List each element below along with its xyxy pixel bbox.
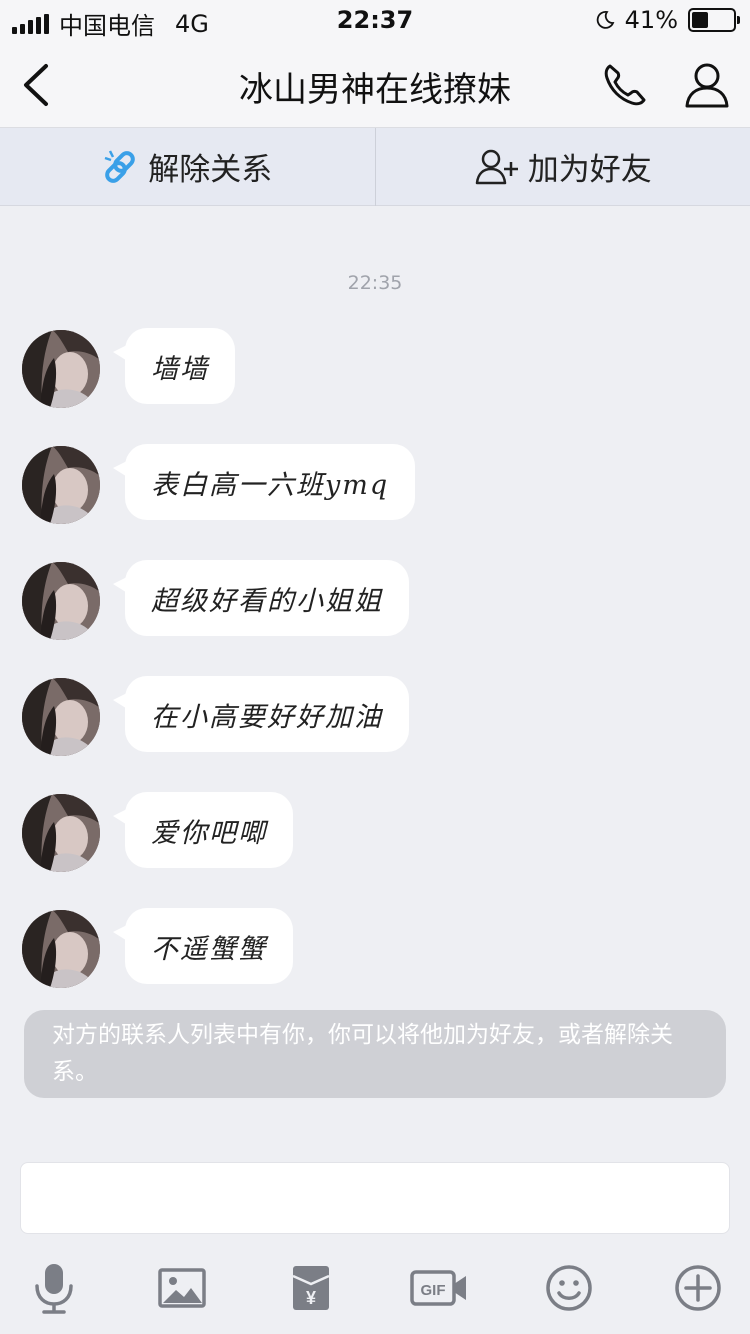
chevron-left-icon xyxy=(24,64,48,106)
message-bubble[interactable]: 墙墙 xyxy=(113,328,235,404)
avatar[interactable] xyxy=(22,330,100,408)
bottom-toolbar: ¥ GIF xyxy=(0,1246,750,1334)
voice-button[interactable] xyxy=(26,1260,82,1316)
avatar-photo xyxy=(22,910,100,988)
gif-button[interactable]: GIF xyxy=(410,1260,468,1316)
message-bubble[interactable]: 不遥蟹蟹 xyxy=(113,908,293,984)
add-friend-label: 加为好友 xyxy=(527,152,652,188)
message-bubble[interactable]: 超级好看的小姐姐 xyxy=(113,560,409,636)
chat-header: 冰山男神在线撩妹 xyxy=(0,42,750,128)
avatar-photo xyxy=(22,446,100,524)
emoji-icon xyxy=(546,1265,592,1311)
red-packet-icon: ¥ xyxy=(292,1266,330,1310)
avatar-photo xyxy=(22,562,100,640)
plus-icon xyxy=(675,1265,721,1311)
status-right: 41% xyxy=(595,6,740,34)
back-button[interactable] xyxy=(16,62,60,108)
message-bubble[interactable]: 表白高一六班ymq xyxy=(112,444,416,520)
add-friend-button[interactable]: 加为好友 xyxy=(376,128,750,205)
emoji-button[interactable] xyxy=(541,1260,597,1316)
battery-fill xyxy=(692,12,709,28)
chat-timestamp: 22:35 xyxy=(347,272,403,294)
add-user-icon xyxy=(475,149,518,184)
avatar[interactable] xyxy=(22,678,100,756)
message-input[interactable] xyxy=(20,1162,730,1234)
svg-text:GIF: GIF xyxy=(421,1282,446,1299)
microphone-icon xyxy=(35,1264,73,1314)
red-packet-button[interactable]: ¥ xyxy=(283,1260,339,1316)
gif-icon: GIF xyxy=(410,1270,466,1306)
broken-link-icon xyxy=(104,149,136,183)
phone-icon xyxy=(604,64,646,106)
status-bar: 中国电信 4G 22:37 41% xyxy=(0,0,750,42)
svg-text:¥: ¥ xyxy=(306,1288,316,1308)
message-bubble[interactable]: 爱你吧唧 xyxy=(113,792,293,868)
call-button[interactable] xyxy=(600,60,650,110)
avatar[interactable] xyxy=(22,562,100,640)
page-title: 冰山男神在线撩妹 xyxy=(239,70,511,110)
avatar[interactable] xyxy=(22,446,100,524)
avatar-photo xyxy=(22,678,100,756)
system-tip: 对方的联系人列表中有你，你可以将他加为好友，或者解除关系。 xyxy=(24,1010,726,1098)
unlink-button[interactable]: 解除关系 xyxy=(0,128,375,205)
profile-button[interactable] xyxy=(682,60,732,110)
more-button[interactable] xyxy=(670,1260,726,1316)
avatar-photo xyxy=(22,330,100,408)
unlink-label: 解除关系 xyxy=(148,152,273,188)
image-icon xyxy=(158,1268,206,1308)
avatar[interactable] xyxy=(22,910,100,988)
battery-icon xyxy=(688,8,740,32)
message-bubble[interactable]: 在小高要好好加油 xyxy=(113,676,409,752)
avatar-photo xyxy=(22,794,100,872)
battery-percent: 41% xyxy=(624,6,678,34)
moon-icon xyxy=(596,11,615,29)
person-icon xyxy=(685,63,729,108)
avatar[interactable] xyxy=(22,794,100,872)
image-button[interactable] xyxy=(154,1260,210,1316)
relationship-action-bar: 解除关系 加为好友 xyxy=(0,128,750,206)
